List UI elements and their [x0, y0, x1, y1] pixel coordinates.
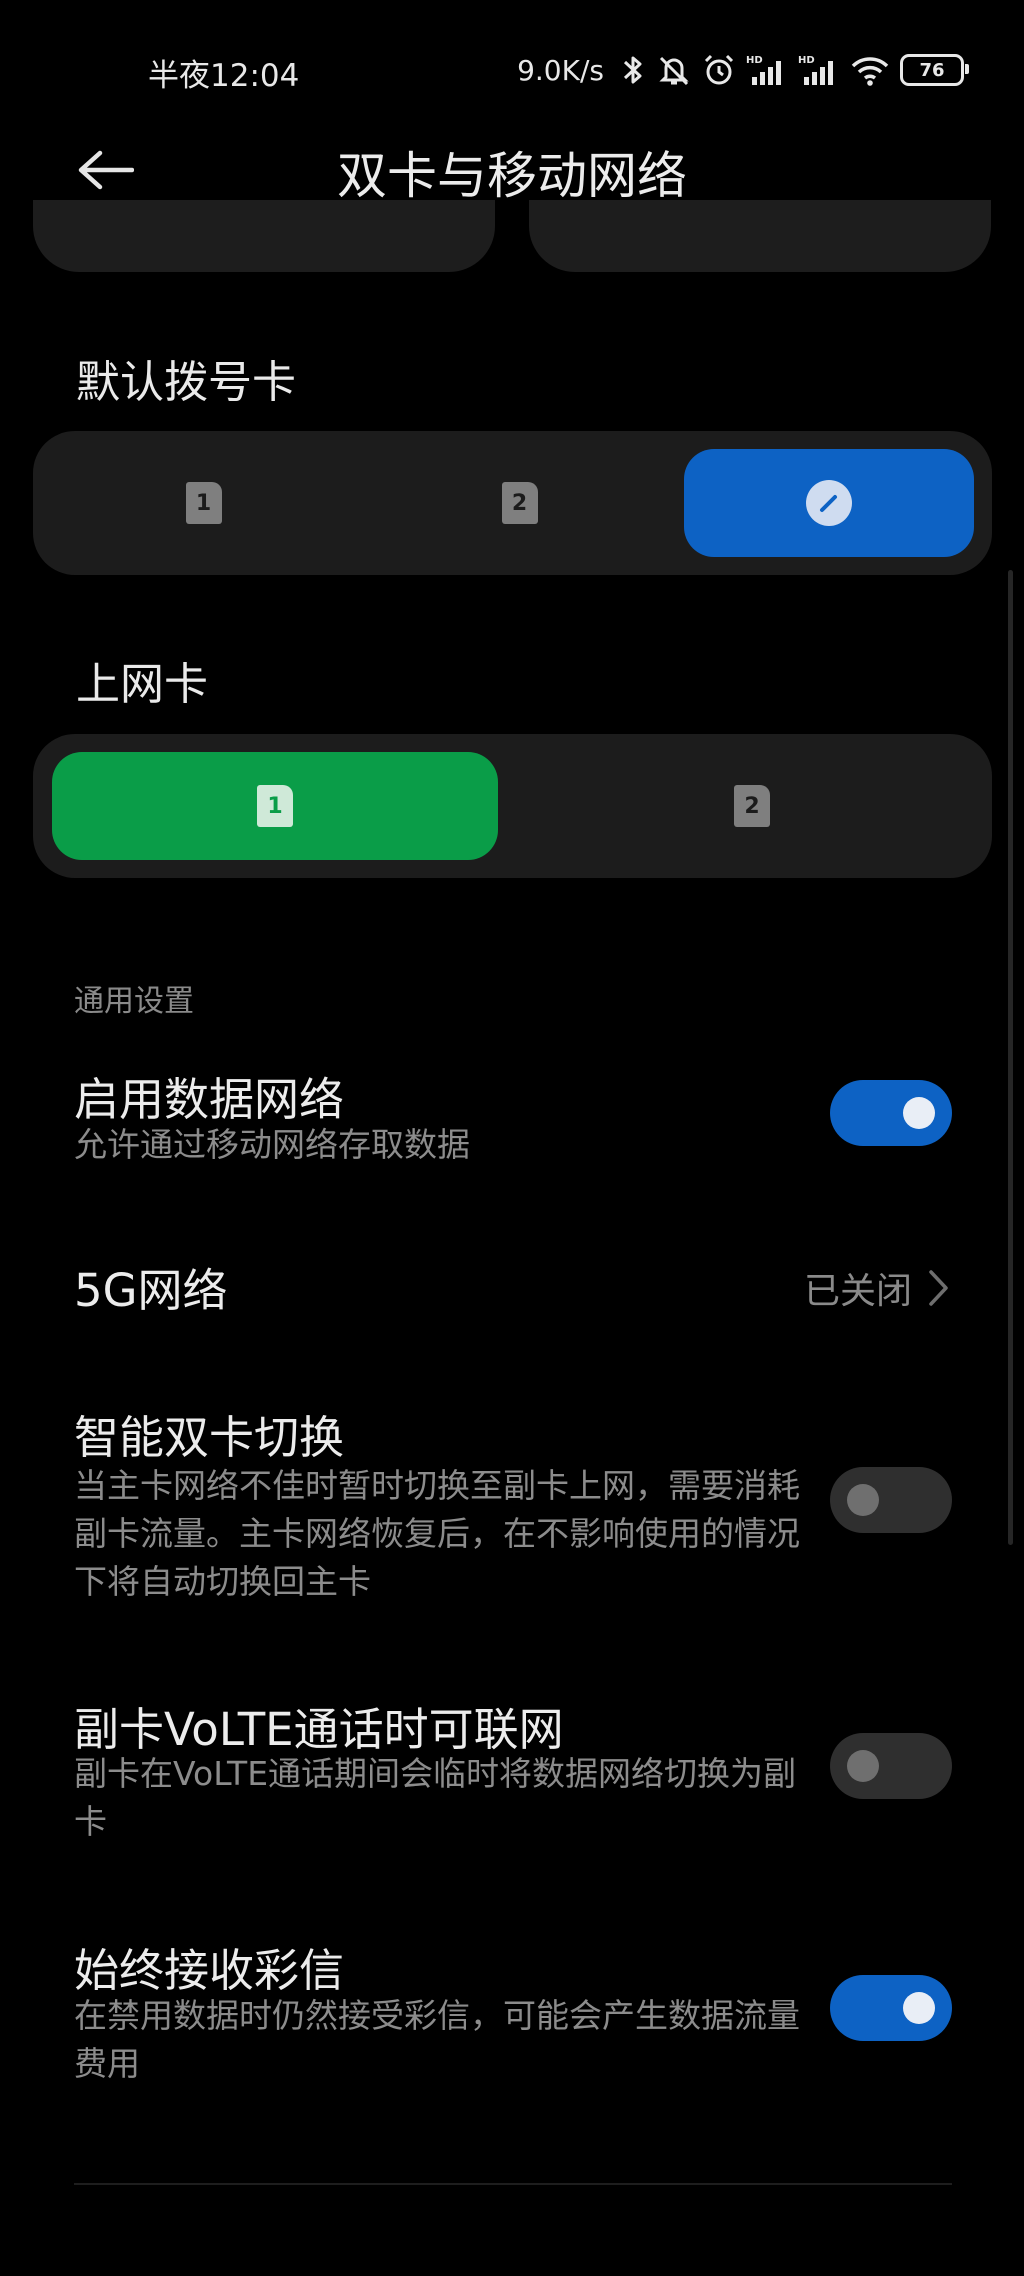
smart-dual-sim-subtitle: 当主卡网络不佳时暂时切换至副卡上网，需要消耗副卡流量。主卡网络恢复后，在不影响使… [74, 1466, 800, 1601]
sim-card-icon: 1 [257, 785, 293, 827]
sim-number: 1 [267, 793, 283, 819]
always-receive-mms-subtitle: 在禁用数据时仍然接受彩信，可能会产生数据流量费用 [74, 1996, 800, 2083]
bluetooth-icon [620, 53, 646, 87]
enable-data-toggle[interactable] [830, 1080, 952, 1146]
battery-icon: 76 [900, 54, 969, 86]
data-sim-segment: 1 2 [33, 734, 992, 878]
svg-text:HD: HD [798, 55, 815, 66]
data-sim-label: 上网卡 [76, 659, 208, 710]
status-time: 半夜12:04 [148, 58, 300, 94]
always-receive-mms-toggle[interactable] [830, 1975, 952, 2041]
toggle-knob [847, 1750, 879, 1782]
sim-card-icon: 2 [734, 785, 770, 827]
default-dial-label: 默认拨号卡 [76, 357, 296, 408]
mute-bell-icon [656, 53, 692, 87]
chevron-right-icon [929, 1270, 948, 1306]
sim-card-icon: 2 [501, 482, 538, 524]
default-dial-segment: 1 2 [33, 431, 992, 575]
enable-data-subtitle: 允许通过移动网络存取数据 [74, 1125, 470, 1164]
signal-hd-icon: HD [746, 53, 788, 87]
scrollbar[interactable] [1008, 570, 1013, 1545]
status-bar: 半夜12:04 9.0K/s HD HD 76 [0, 0, 1024, 140]
always-receive-mms-title[interactable]: 始终接收彩信 [74, 1934, 344, 1999]
data-sim1-option[interactable]: 1 [52, 752, 498, 860]
page-title: 双卡与移动网络 [337, 147, 687, 205]
sim-number: 1 [195, 490, 212, 516]
5g-network-value[interactable]: 已关闭 [804, 1262, 950, 1314]
general-settings-label: 通用设置 [74, 984, 194, 1019]
battery-level: 76 [919, 59, 945, 81]
data-sim2-option[interactable]: 2 [529, 752, 975, 860]
default-dial-sim2-option[interactable]: 2 [367, 449, 672, 557]
signal-hd-icon-2: HD [798, 53, 840, 87]
sim-number: 2 [744, 793, 760, 819]
wifi-icon [850, 53, 890, 87]
default-dial-ask-option[interactable] [684, 449, 974, 557]
5g-network-title[interactable]: 5G网络 [74, 1254, 228, 1319]
volte-data-title[interactable]: 副卡VoLTE通话时可联网 [74, 1693, 564, 1758]
status-icons: 9.0K/s HD HD 76 [517, 50, 969, 90]
edit-icon [806, 480, 852, 526]
svg-text:HD: HD [746, 55, 763, 66]
enable-data-title[interactable]: 启用数据网络 [74, 1063, 344, 1128]
toggle-knob [903, 1097, 935, 1129]
divider [74, 2183, 952, 2185]
sim-card-icon: 1 [185, 482, 222, 524]
default-dial-sim1-option[interactable]: 1 [51, 449, 356, 557]
sim-number: 2 [511, 490, 528, 516]
smart-dual-sim-toggle[interactable] [830, 1467, 952, 1533]
toggle-knob [847, 1484, 879, 1516]
toggle-knob [903, 1992, 935, 2024]
volte-data-subtitle: 副卡在VoLTE通话期间会临时将数据网络切换为副卡 [74, 1754, 797, 1841]
5g-status-value: 已关闭 [803, 1271, 912, 1312]
sim-card-peek-1[interactable] [33, 200, 495, 272]
volte-data-toggle[interactable] [830, 1733, 952, 1799]
sim-card-peek-2[interactable] [529, 200, 991, 272]
network-speed: 9.0K/s [517, 53, 604, 87]
smart-dual-sim-title[interactable]: 智能双卡切换 [74, 1401, 344, 1466]
alarm-icon [702, 53, 736, 87]
